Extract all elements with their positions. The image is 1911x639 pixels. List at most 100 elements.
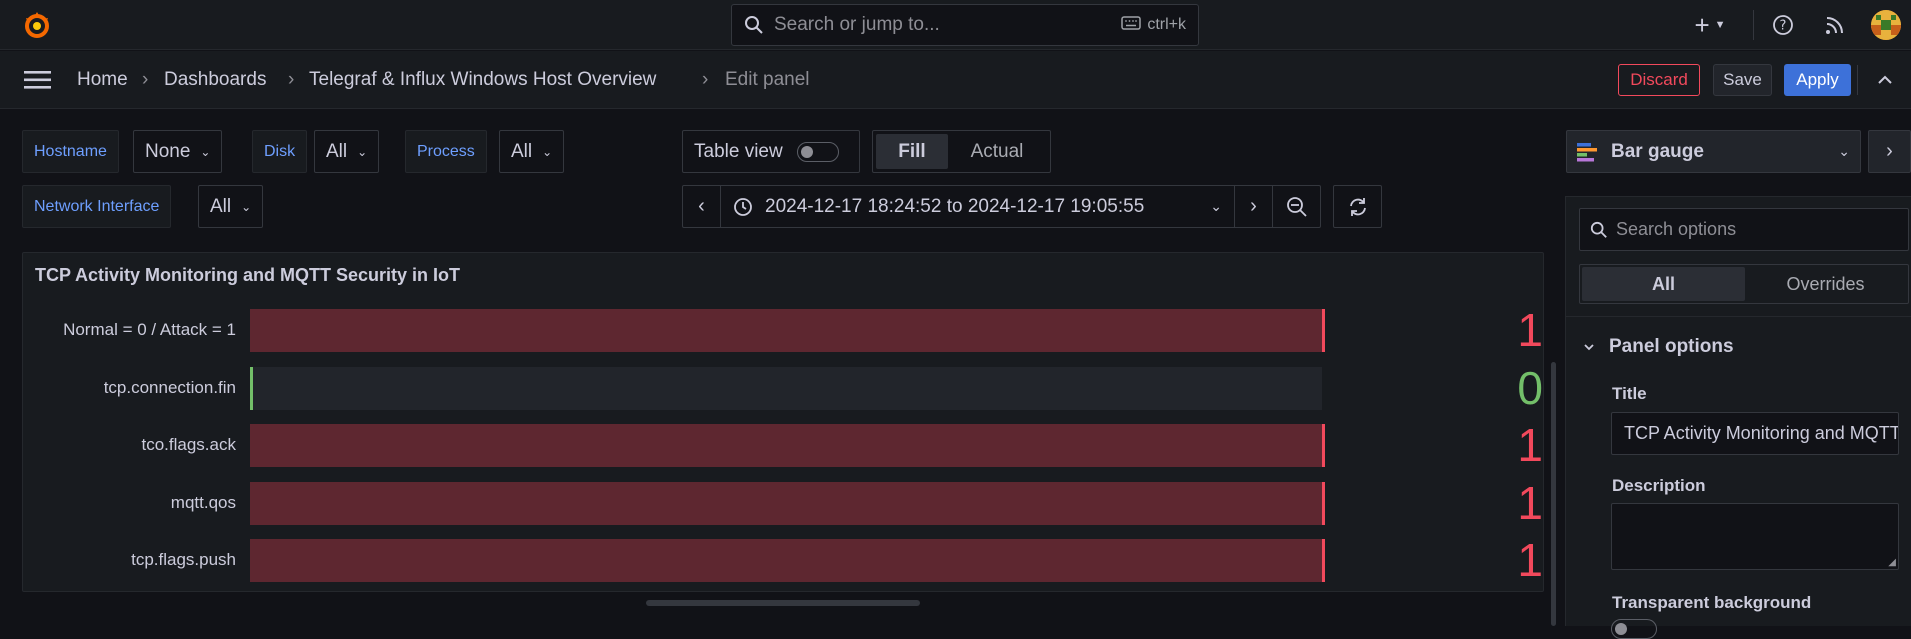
network-interface-select[interactable]: All ⌄ [198, 185, 264, 228]
title-label: Title [1612, 384, 1647, 403]
hostname-select[interactable]: None ⌄ [133, 130, 223, 173]
chevron-down-icon: ⌄ [1838, 143, 1850, 159]
gauge-value: 1 [1517, 476, 1543, 529]
chevron-down-icon: ⌄ [241, 199, 252, 214]
gauge-value: 1 [1517, 534, 1543, 586]
chevron-right-icon: › [1250, 195, 1257, 217]
horizontal-scrollbar[interactable] [646, 600, 920, 606]
apply-button[interactable]: Apply [1784, 64, 1851, 96]
visualization-picker[interactable]: Bar gauge ⌄ [1566, 130, 1861, 173]
chevron-down-icon: ⌄ [1210, 198, 1222, 214]
breadcrumb-separator: › [702, 69, 709, 90]
grafana-logo-icon[interactable] [20, 10, 54, 40]
gauge-bar-background [250, 366, 1322, 410]
breadcrumb-current: Edit panel [725, 69, 810, 90]
discard-button[interactable]: Discard [1618, 64, 1700, 96]
zoom-out-icon [1286, 196, 1308, 218]
help-icon[interactable]: ? [1770, 12, 1796, 38]
fill-option[interactable]: Fill [876, 134, 948, 169]
title-input[interactable]: TCP Activity Monitoring and MQTT Securit… [1611, 412, 1899, 455]
chevron-left-icon: ‹ [698, 195, 705, 217]
breadcrumb-dashboard[interactable]: Telegraf & Influx Windows Host Overview [309, 69, 656, 91]
gauge-bar-fill [250, 424, 1325, 467]
gauge-bar-fill [250, 481, 1325, 525]
description-textarea[interactable]: ◢ [1611, 503, 1899, 570]
disk-value: All [326, 140, 348, 162]
fill-actual-radio-group: Fill Actual [872, 130, 1051, 173]
disk-select[interactable]: All ⌄ [314, 130, 380, 173]
search-placeholder: Search or jump to... [774, 14, 940, 35]
actual-option[interactable]: Actual [948, 134, 1046, 169]
options-tabs: All Overrides [1579, 264, 1909, 304]
top-bar: Search or jump to... ctrl+k + ▼ ? [0, 0, 1911, 50]
breadcrumb-separator: › [142, 69, 149, 90]
save-button[interactable]: Save [1713, 64, 1772, 96]
search-options-input[interactable]: Search options [1579, 208, 1909, 251]
options-pane: Search options All Overrides Panel optio… [1565, 196, 1911, 639]
chevron-up-icon[interactable] [1876, 71, 1894, 89]
tab-overrides[interactable]: Overrides [1745, 267, 1906, 301]
search-bar[interactable]: Search or jump to... ctrl+k [731, 4, 1199, 46]
tab-all[interactable]: All [1582, 267, 1745, 301]
time-range-text: 2024-12-17 18:24:52 to 2024-12-17 19:05:… [765, 195, 1145, 217]
clock-icon [733, 197, 753, 217]
gauge-row-label: mqtt.qos [170, 492, 236, 512]
vertical-scrollbar[interactable] [1551, 362, 1556, 626]
gauge-row: Normal = 0 / Attack = 1 1 [23, 304, 1543, 356]
table-view-label: Table view [694, 140, 783, 162]
breadcrumb-home[interactable]: Home [77, 69, 128, 91]
refresh-button[interactable] [1333, 185, 1382, 228]
variable-label-hostname: Hostname [22, 130, 119, 173]
visualization-name: Bar gauge [1611, 140, 1704, 162]
process-select[interactable]: All ⌄ [499, 130, 565, 173]
variable-label-process: Process [405, 130, 487, 173]
search-shortcut: ctrl+k [1147, 16, 1186, 33]
news-feed-icon[interactable] [1822, 12, 1848, 38]
network-interface-value: All [210, 195, 232, 217]
chevron-down-icon: ⌄ [200, 144, 211, 159]
gauge-bar-fill [250, 539, 1325, 582]
plus-icon: + [1694, 10, 1710, 40]
table-view-toggle[interactable]: Table view [682, 130, 860, 173]
gauge-value: 1 [1517, 419, 1543, 471]
search-icon [1590, 221, 1608, 239]
chevron-down-icon [1583, 341, 1595, 353]
process-value: All [511, 140, 533, 162]
breadcrumb-dashboards[interactable]: Dashboards [164, 69, 266, 91]
search-icon [744, 15, 764, 35]
search-options-placeholder: Search options [1616, 219, 1737, 239]
refresh-icon [1347, 196, 1369, 218]
gauge-bar-fill [250, 309, 1325, 352]
gauge-row: tco.flags.ack 1 [23, 419, 1544, 471]
gauge-row-label: tco.flags.ack [141, 435, 237, 454]
time-range-button[interactable]: 2024-12-17 18:24:52 to 2024-12-17 19:05:… [721, 186, 1235, 227]
gauge-value: 0 [1517, 361, 1543, 414]
panel-options-section-header[interactable]: Panel options [1583, 336, 1734, 358]
menu-icon[interactable] [24, 69, 52, 91]
toggle-switch[interactable] [796, 141, 839, 162]
resize-handle-icon: ◢ [1888, 557, 1896, 568]
gauge-row-label: Normal = 0 / Attack = 1 [63, 320, 236, 339]
chevron-down-icon: ▼ [1714, 19, 1726, 31]
gauge-row: mqtt.qos 1 [23, 477, 1543, 529]
gauge-bar-fill [250, 366, 253, 410]
zoom-out-button[interactable] [1273, 186, 1320, 227]
time-forward-button[interactable]: › [1235, 186, 1273, 227]
keyboard-icon [1121, 15, 1142, 35]
collapse-options-button[interactable]: › [1868, 130, 1911, 173]
bar-gauge-panel: TCP Activity Monitoring and MQTT Securit… [22, 252, 1544, 592]
description-label: Description [1612, 476, 1706, 495]
transparent-background-toggle[interactable] [1611, 619, 1657, 639]
panel-options-title: Panel options [1609, 336, 1734, 357]
gauge-row: tcp.connection.fin 0 [23, 362, 1543, 414]
gauge-row-label: tcp.connection.fin [103, 377, 236, 397]
panel-title: TCP Activity Monitoring and MQTT Securit… [35, 265, 461, 285]
chevron-right-icon: › [1886, 140, 1893, 162]
chevron-down-icon: ⌄ [542, 144, 553, 159]
gauge-value: 1 [1517, 304, 1543, 356]
time-back-button[interactable]: ‹ [683, 186, 721, 227]
new-menu-button[interactable]: + ▼ [1688, 12, 1732, 38]
variable-label-network-interface: Network Interface [22, 185, 172, 228]
svg-text:?: ? [1780, 19, 1787, 34]
user-avatar[interactable] [1871, 10, 1901, 40]
